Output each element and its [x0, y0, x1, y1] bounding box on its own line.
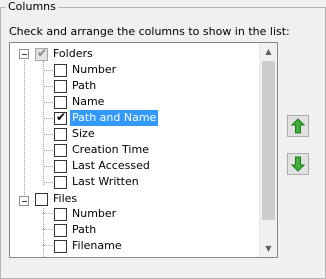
- tree-node-label-selected: Path and Name: [70, 110, 159, 126]
- tree-line: [43, 213, 53, 214]
- checkbox[interactable]: [54, 240, 67, 253]
- folders-collapse-toggle[interactable]: [19, 49, 29, 59]
- tree-node-label: Number: [72, 63, 117, 76]
- scroll-thumb[interactable]: [262, 61, 275, 220]
- tree-node-label: Folders: [53, 47, 93, 60]
- green-down-arrow-icon: [291, 156, 305, 172]
- tree-node-label: Last Accessed: [72, 159, 150, 172]
- tree-node-label: Last Written: [72, 175, 139, 188]
- tree-line: [43, 102, 53, 103]
- tree-line: [43, 70, 53, 71]
- tree-line: [43, 86, 53, 87]
- tree-vertical-scrollbar[interactable]: ▲ ▼: [259, 43, 277, 257]
- tree-line: [43, 208, 44, 257]
- move-up-button[interactable]: [287, 115, 309, 137]
- tree-node-label: Filename: [72, 239, 122, 252]
- tree-line: [43, 166, 53, 167]
- checkbox[interactable]: [54, 224, 67, 237]
- tree-line: [43, 150, 53, 151]
- tree-node-label: Path: [72, 223, 97, 236]
- files-checkbox[interactable]: [35, 193, 48, 206]
- folders-checkbox[interactable]: ✔: [35, 46, 48, 61]
- check-mark-icon: ✔: [36, 46, 48, 60]
- tree-node-label: Size: [72, 127, 95, 140]
- checkbox[interactable]: ✔: [54, 110, 67, 125]
- columns-tree[interactable]: ✔ Folders Number Path Name ✔ Path and Na…: [9, 42, 278, 258]
- checkbox[interactable]: [54, 128, 67, 141]
- tree-line: [43, 229, 53, 230]
- tree-line: [43, 245, 53, 246]
- files-collapse-toggle[interactable]: [19, 196, 29, 206]
- checkbox[interactable]: [54, 80, 67, 93]
- tree-line: [43, 134, 53, 135]
- tree-line: [24, 55, 25, 201]
- tree-node-label: Creation Time: [72, 143, 149, 156]
- tree-line: [43, 182, 53, 183]
- checkbox[interactable]: [54, 144, 67, 157]
- checkbox[interactable]: [54, 176, 67, 189]
- instruction-text: Check and arrange the columns to show in…: [9, 25, 290, 38]
- tree-node-label: Files: [53, 192, 78, 205]
- tree-node-label: Number: [72, 207, 117, 220]
- checkbox[interactable]: [54, 64, 67, 77]
- checkbox[interactable]: [54, 96, 67, 109]
- scroll-up-arrow-icon[interactable]: ▲: [260, 43, 277, 60]
- tree-node-label: Name: [72, 95, 105, 108]
- checkbox[interactable]: [54, 208, 67, 221]
- columns-group-title: Columns: [6, 0, 58, 14]
- tree-line: [43, 118, 53, 119]
- check-mark-icon: ✔: [55, 110, 67, 124]
- scroll-down-arrow-icon[interactable]: ▼: [260, 240, 277, 257]
- tree-node-label: Path: [72, 79, 97, 92]
- green-up-arrow-icon: [291, 118, 305, 134]
- checkbox[interactable]: [54, 160, 67, 173]
- move-down-button[interactable]: [287, 153, 309, 175]
